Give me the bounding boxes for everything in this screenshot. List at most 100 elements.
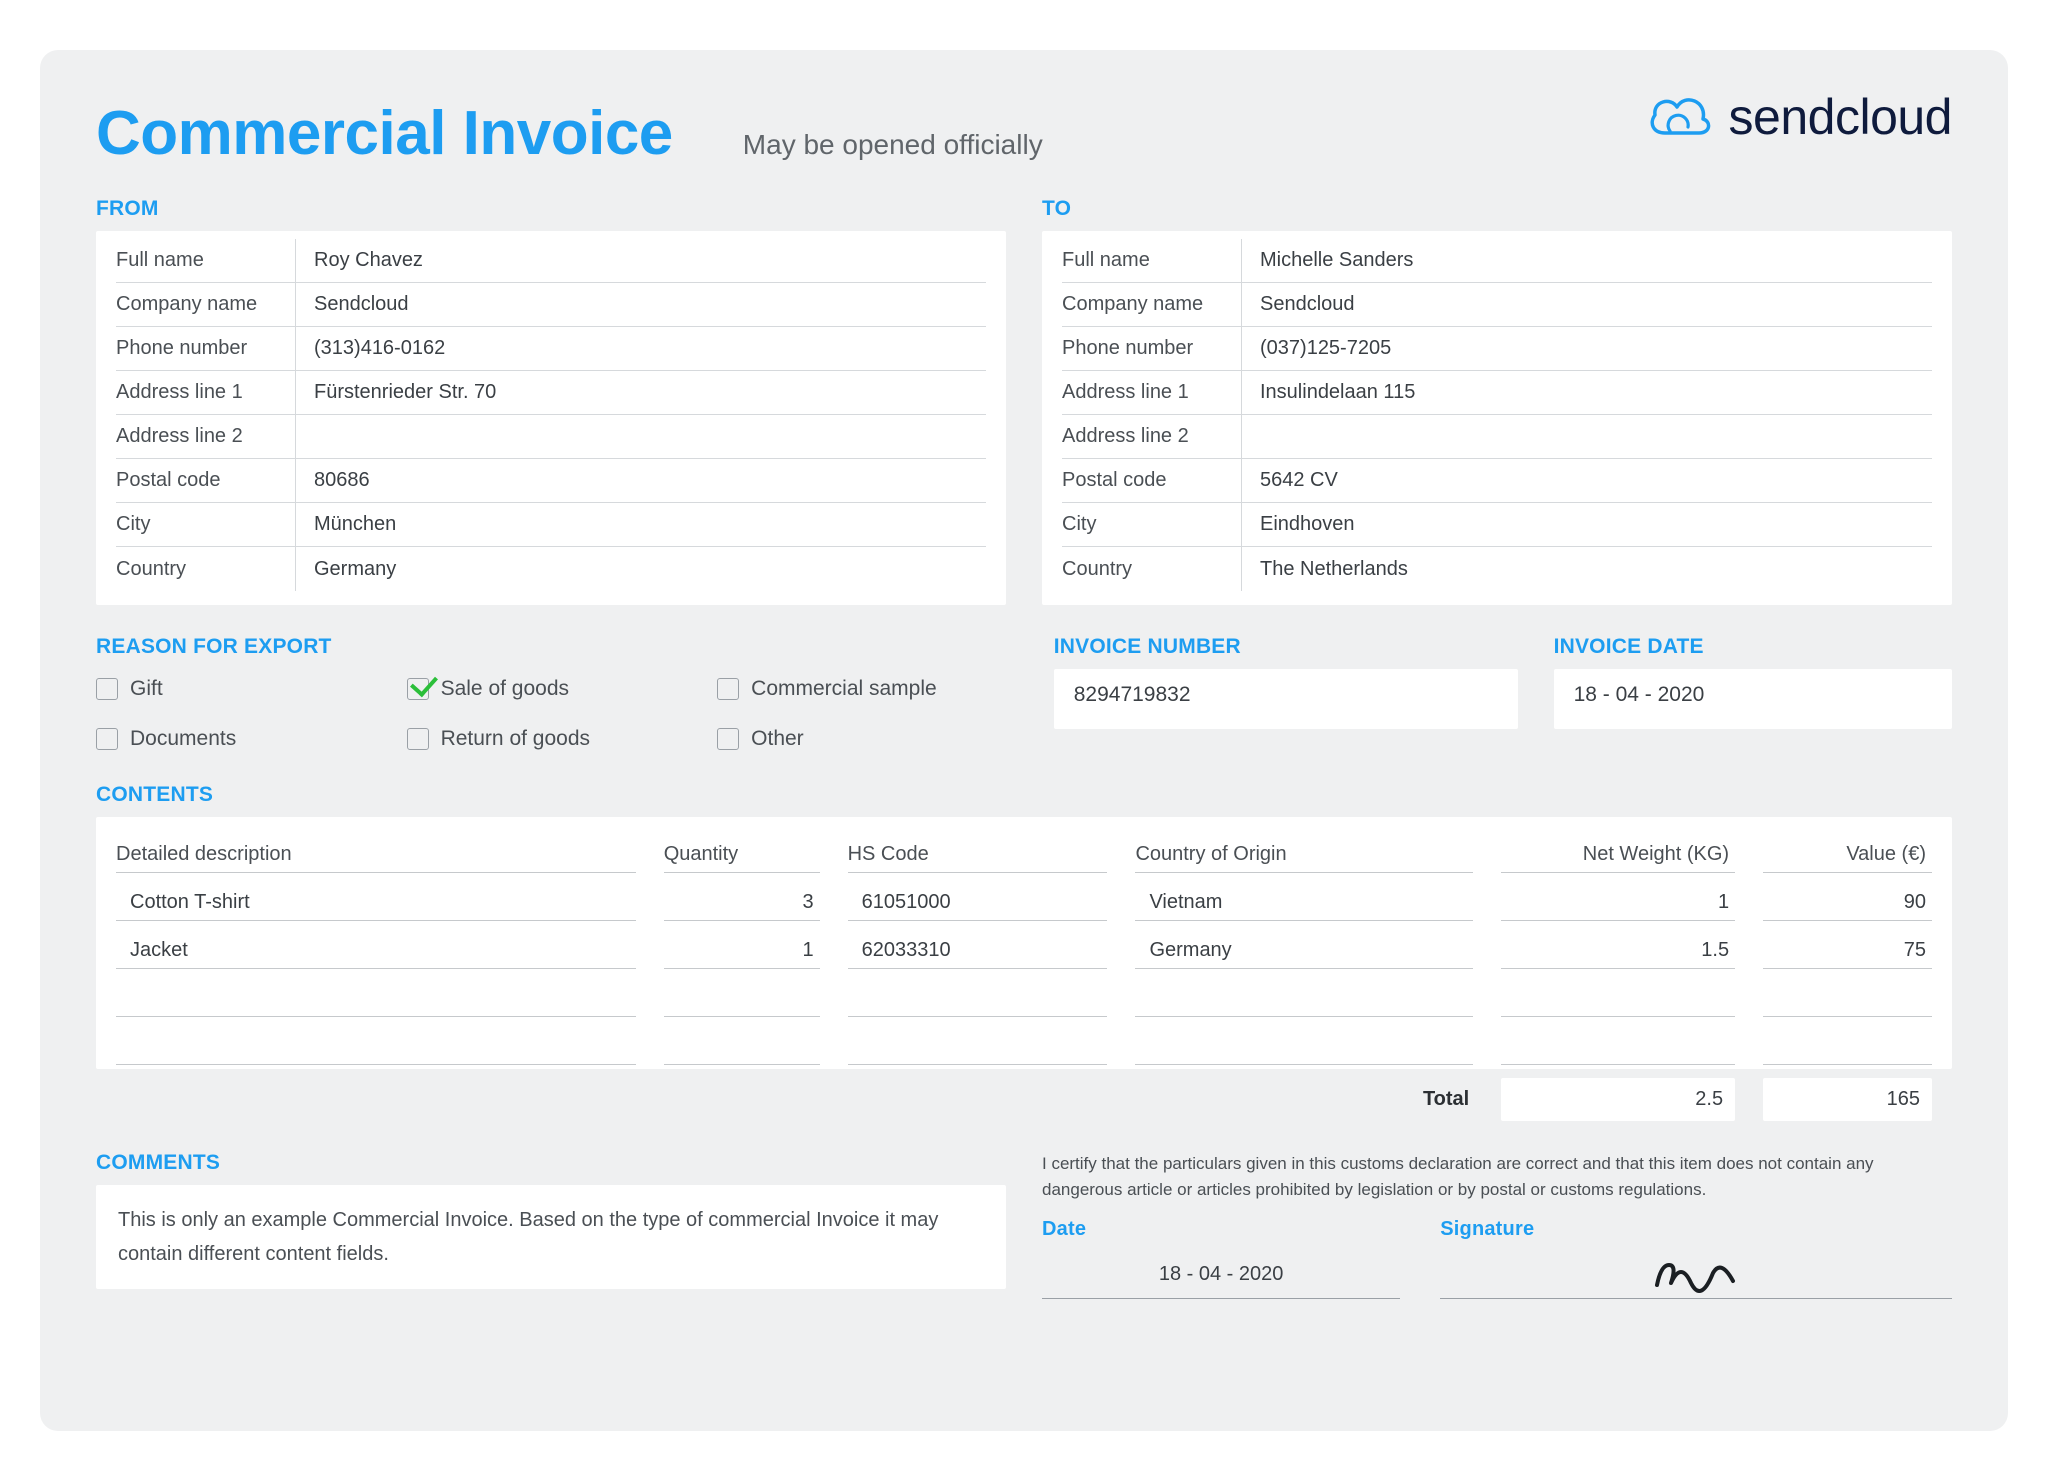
checkbox-icon: [407, 728, 429, 750]
comments-text: This is only an example Commercial Invoi…: [96, 1185, 1006, 1289]
cell-value: 90: [1763, 891, 1932, 921]
contents-table: Detailed description Quantity HS Code Co…: [96, 817, 1952, 1069]
cell-netw: 1: [1501, 891, 1735, 921]
to-fullname-label: Full name: [1062, 239, 1242, 282]
signature-line: [1440, 1251, 1952, 1299]
comments-section: COMMENTS This is only an example Commerc…: [96, 1151, 1006, 1299]
to-phone-label: Phone number: [1062, 327, 1242, 370]
total-netw: 2.5: [1501, 1078, 1735, 1121]
reason-export-heading: REASON FOR EXPORT: [96, 635, 1018, 659]
from-fullname-value: Roy Chavez: [296, 249, 986, 272]
checkbox-label: Commercial sample: [751, 677, 937, 701]
cell-netw: 1.5: [1501, 939, 1735, 969]
cell-desc: Cotton T-shirt: [116, 891, 636, 921]
invoice-date-value: 18 - 04 - 2020: [1554, 669, 1952, 729]
to-country-label: Country: [1062, 547, 1242, 591]
from-country-value: Germany: [296, 558, 986, 581]
cell-hs: 61051000: [848, 891, 1108, 921]
invoice-number-value: 8294719832: [1054, 669, 1518, 729]
to-heading: TO: [1042, 197, 1952, 221]
checkbox-sale-of-goods[interactable]: Sale of goods: [407, 669, 708, 709]
from-column: FROM Full nameRoy Chavez Company nameSen…: [96, 197, 1006, 605]
col-value: Value (€): [1763, 843, 1932, 873]
col-qty: Quantity: [664, 843, 820, 873]
invoice-date-heading: INVOICE DATE: [1554, 635, 1952, 659]
col-hs: HS Code: [848, 843, 1108, 873]
sign-date-value: 18 - 04 - 2020: [1042, 1251, 1400, 1299]
contents-row: Jacket 1 62033310 Germany 1.5 75: [116, 921, 1932, 969]
from-addr1-label: Address line 1: [116, 371, 296, 414]
to-city-label: City: [1062, 503, 1242, 546]
to-country-value: The Netherlands: [1242, 558, 1932, 581]
from-addr2-label: Address line 2: [116, 415, 296, 458]
to-panel: Full nameMichelle Sanders Company nameSe…: [1042, 231, 1952, 605]
comments-heading: COMMENTS: [96, 1151, 1006, 1175]
checkbox-checked-icon: [407, 678, 429, 700]
checkbox-label: Return of goods: [441, 727, 590, 751]
contents-total-row: Total 2.5 165: [96, 1073, 1952, 1125]
invoice-number-section: INVOICE NUMBER 8294719832: [1054, 635, 1518, 759]
to-column: TO Full nameMichelle Sanders Company nam…: [1042, 197, 1952, 605]
checkbox-commercial-sample[interactable]: Commercial sample: [717, 669, 1018, 709]
from-postal-label: Postal code: [116, 459, 296, 502]
date-heading: Date: [1042, 1218, 1400, 1241]
checkbox-return-of-goods[interactable]: Return of goods: [407, 719, 708, 759]
cell-qty: 3: [664, 891, 820, 921]
from-company-value: Sendcloud: [296, 293, 986, 316]
cell-origin: Vietnam: [1135, 891, 1473, 921]
certification-section: I certify that the particulars given in …: [1042, 1151, 1952, 1299]
total-value: 165: [1763, 1078, 1932, 1121]
col-desc: Detailed description: [116, 843, 636, 873]
contents-section: CONTENTS Detailed description Quantity H…: [96, 783, 1952, 1125]
checkbox-icon: [717, 678, 739, 700]
from-company-label: Company name: [116, 283, 296, 326]
cell-origin: Germany: [1135, 939, 1473, 969]
to-city-value: Eindhoven: [1242, 513, 1932, 536]
to-company-value: Sendcloud: [1242, 293, 1932, 316]
contents-row: Cotton T-shirt 3 61051000 Vietnam 1 90: [116, 873, 1932, 921]
cell-hs: 62033310: [848, 939, 1108, 969]
checkbox-label: Gift: [130, 677, 163, 701]
checkbox-other[interactable]: Other: [717, 719, 1018, 759]
total-label: Total: [1135, 1088, 1473, 1111]
from-heading: FROM: [96, 197, 1006, 221]
cell-desc: Jacket: [116, 939, 636, 969]
signature-icon: [1651, 1253, 1741, 1295]
invoice-page: Commercial Invoice May be opened officia…: [40, 50, 2008, 1431]
cell-qty: 1: [664, 939, 820, 969]
from-country-label: Country: [116, 547, 296, 591]
cloud-icon: [1645, 91, 1711, 143]
col-origin: Country of Origin: [1135, 843, 1473, 873]
from-postal-value: 80686: [296, 469, 986, 492]
to-postal-label: Postal code: [1062, 459, 1242, 502]
to-postal-value: 5642 CV: [1242, 469, 1932, 492]
contents-heading: CONTENTS: [96, 783, 1952, 807]
page-subtitle: May be opened officially: [743, 129, 1043, 161]
reason-export-section: REASON FOR EXPORT Gift Sale of goods Com…: [96, 635, 1018, 759]
checkbox-documents[interactable]: Documents: [96, 719, 397, 759]
checkbox-label: Other: [751, 727, 804, 751]
col-netw: Net Weight (KG): [1501, 843, 1735, 873]
certification-text: I certify that the particulars given in …: [1042, 1151, 1952, 1204]
checkbox-icon: [96, 678, 118, 700]
to-addr2-label: Address line 2: [1062, 415, 1242, 458]
signature-heading: Signature: [1440, 1218, 1952, 1241]
checkbox-gift[interactable]: Gift: [96, 669, 397, 709]
contents-header-row: Detailed description Quantity HS Code Co…: [116, 825, 1932, 873]
from-city-value: München: [296, 513, 986, 536]
invoice-number-heading: INVOICE NUMBER: [1054, 635, 1518, 659]
checkbox-label: Documents: [130, 727, 236, 751]
to-addr1-value: Insulindelaan 115: [1242, 381, 1932, 404]
from-panel: Full nameRoy Chavez Company nameSendclou…: [96, 231, 1006, 605]
brand-logo: sendcloud: [1645, 88, 1952, 146]
contents-row-empty: [116, 969, 1932, 1017]
checkbox-label: Sale of goods: [441, 677, 569, 701]
cell-value: 75: [1763, 939, 1932, 969]
from-phone-label: Phone number: [116, 327, 296, 370]
contents-row-empty: [116, 1017, 1932, 1065]
page-title: Commercial Invoice: [96, 98, 673, 169]
from-fullname-label: Full name: [116, 239, 296, 282]
invoice-date-section: INVOICE DATE 18 - 04 - 2020: [1554, 635, 1952, 759]
checkbox-icon: [96, 728, 118, 750]
to-addr1-label: Address line 1: [1062, 371, 1242, 414]
